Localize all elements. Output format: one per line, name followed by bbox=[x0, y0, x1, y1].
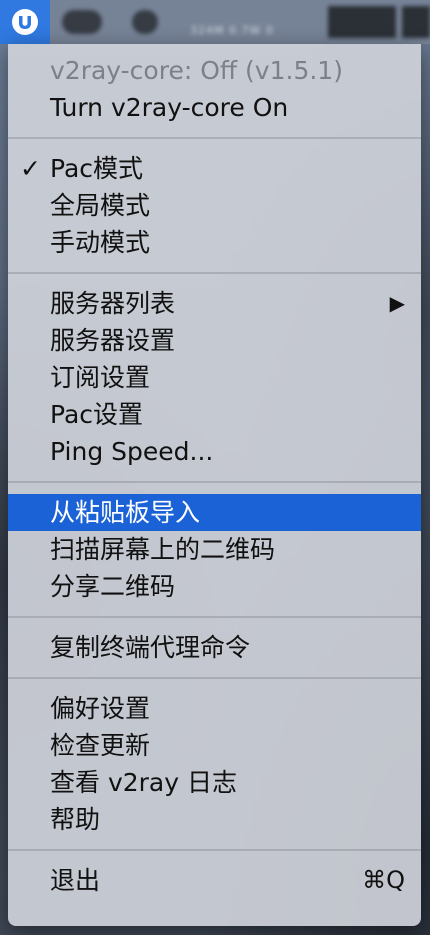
submenu-arrow-icon: ▶ bbox=[389, 291, 405, 315]
menu-item-ping-speed[interactable]: Ping Speed... bbox=[8, 433, 421, 470]
menu-item-server-settings[interactable]: 服务器设置 bbox=[8, 322, 421, 359]
system-menu-bar: 324M 0.7W 0 bbox=[0, 0, 430, 44]
menu-separator bbox=[8, 481, 421, 483]
menu-separator bbox=[8, 272, 421, 274]
menu-separator bbox=[8, 616, 421, 618]
blurred-menubar-items: 324M 0.7W 0 bbox=[50, 0, 430, 44]
menu-item-copy-proxy-command[interactable]: 复制终端代理命令 bbox=[8, 629, 421, 666]
keyboard-shortcut: ⌘Q bbox=[362, 866, 405, 894]
menu-item-subscription-settings[interactable]: 订阅设置 bbox=[8, 359, 421, 396]
menu-item-server-list[interactable]: 服务器列表 ▶ bbox=[8, 285, 421, 322]
menu-separator bbox=[8, 677, 421, 679]
menu-item-toggle-core[interactable]: Turn v2ray-core On bbox=[8, 89, 421, 126]
menu-item-scan-qrcode[interactable]: 扫描屏幕上的二维码 bbox=[8, 531, 421, 568]
blurred-status-item bbox=[328, 6, 396, 38]
menu-separator bbox=[8, 137, 421, 139]
checkmark-icon: ✓ bbox=[20, 154, 41, 183]
menu-item-view-log[interactable]: 查看 v2ray 日志 bbox=[8, 764, 421, 801]
blurred-status-item bbox=[402, 6, 430, 38]
menu-item-pac-settings[interactable]: Pac设置 bbox=[8, 396, 421, 433]
blurred-status-item bbox=[62, 10, 102, 34]
menu-item-preferences[interactable]: 偏好设置 bbox=[8, 690, 421, 727]
menu-item-quit[interactable]: 退出 ⌘Q bbox=[8, 862, 421, 899]
menu-item-help[interactable]: 帮助 bbox=[8, 801, 421, 838]
menu-item-import-clipboard[interactable]: 从粘贴板导入 bbox=[8, 494, 421, 531]
menu-item-global-mode[interactable]: 全局模式 bbox=[8, 187, 421, 224]
v2ray-dropdown-menu: v2ray-core: Off (v1.5.1) Turn v2ray-core… bbox=[8, 44, 421, 926]
menu-item-check-updates[interactable]: 检查更新 bbox=[8, 727, 421, 764]
menu-item-label: 退出 bbox=[50, 866, 101, 895]
menu-item-pac-mode[interactable]: ✓ Pac模式 bbox=[8, 150, 421, 187]
v2ray-u-status-icon[interactable] bbox=[0, 0, 50, 44]
core-status-label: v2ray-core: Off (v1.5.1) bbox=[50, 56, 343, 85]
menu-item-manual-mode[interactable]: 手动模式 bbox=[8, 224, 421, 261]
blurred-stats-text: 324M 0.7W 0 bbox=[190, 24, 274, 37]
menu-item-label: 服务器列表 bbox=[50, 289, 176, 318]
menu-item-label: Pac模式 bbox=[50, 154, 144, 183]
menu-separator bbox=[8, 849, 421, 851]
v2ray-u-logo-icon bbox=[12, 9, 38, 35]
blurred-status-item bbox=[132, 10, 158, 34]
menu-item-share-qrcode[interactable]: 分享二维码 bbox=[8, 568, 421, 605]
